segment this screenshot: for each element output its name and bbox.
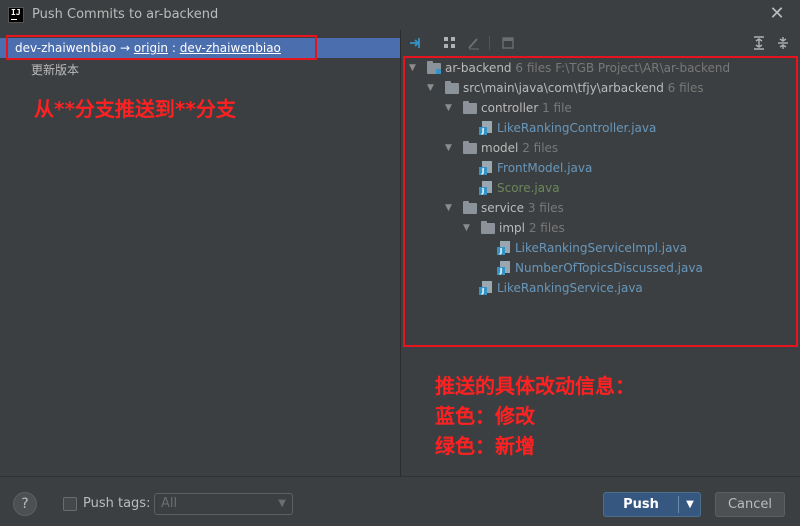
- window-title: Push Commits to ar-backend: [32, 7, 219, 22]
- commits-pane: dev-zhaiwenbiao → origin : dev-zhaiwenbi…: [0, 30, 400, 476]
- toolbar-separator: [489, 36, 490, 50]
- changes-pane: ▼ ar-backend 6 files F:\TGB Project\AR\a…: [401, 30, 800, 476]
- title-bar: IJ Push Commits to ar-backend ✕: [0, 0, 800, 30]
- push-tags-label: Push tags:: [83, 496, 151, 511]
- push-tags-value: All: [161, 496, 178, 511]
- annotation-box-changes: [403, 56, 798, 347]
- collapse-all-icon[interactable]: [776, 36, 790, 50]
- dialog-footer: ? Push tags: All ▼ Push ▼ Cancel: [0, 476, 800, 526]
- push-options-dropdown-icon[interactable]: ▼: [679, 493, 701, 516]
- push-tags-checkbox[interactable]: [63, 497, 77, 511]
- annotation-blue-modified: 蓝色：修改: [435, 404, 535, 428]
- close-icon[interactable]: ✕: [768, 5, 786, 23]
- push-tags-select[interactable]: All ▼: [154, 493, 293, 515]
- group-by-icon[interactable]: [443, 36, 457, 50]
- cancel-button[interactable]: Cancel: [715, 492, 785, 517]
- expand-all-icon[interactable]: [752, 36, 766, 50]
- commit-item[interactable]: 更新版本: [31, 61, 79, 78]
- annotation-box-branch: [6, 35, 317, 60]
- annotation-changes-title: 推送的具体改动信息：: [435, 374, 635, 398]
- annotation-green-added: 绿色：新增: [435, 434, 535, 458]
- annotation-branch: 从**分支推送到**分支: [34, 97, 236, 121]
- help-button[interactable]: ?: [13, 492, 37, 516]
- intellij-logo-icon: IJ: [8, 7, 24, 23]
- changes-toolbar: [401, 30, 800, 56]
- chevron-down-icon: ▼: [278, 498, 286, 509]
- edit-source-icon[interactable]: [467, 36, 481, 50]
- preview-diff-icon[interactable]: [501, 36, 515, 50]
- push-button[interactable]: Push ▼: [603, 492, 701, 517]
- show-diff-icon[interactable]: [409, 36, 423, 50]
- push-button-label: Push: [623, 497, 659, 512]
- app-icon-text: IJ: [11, 8, 21, 17]
